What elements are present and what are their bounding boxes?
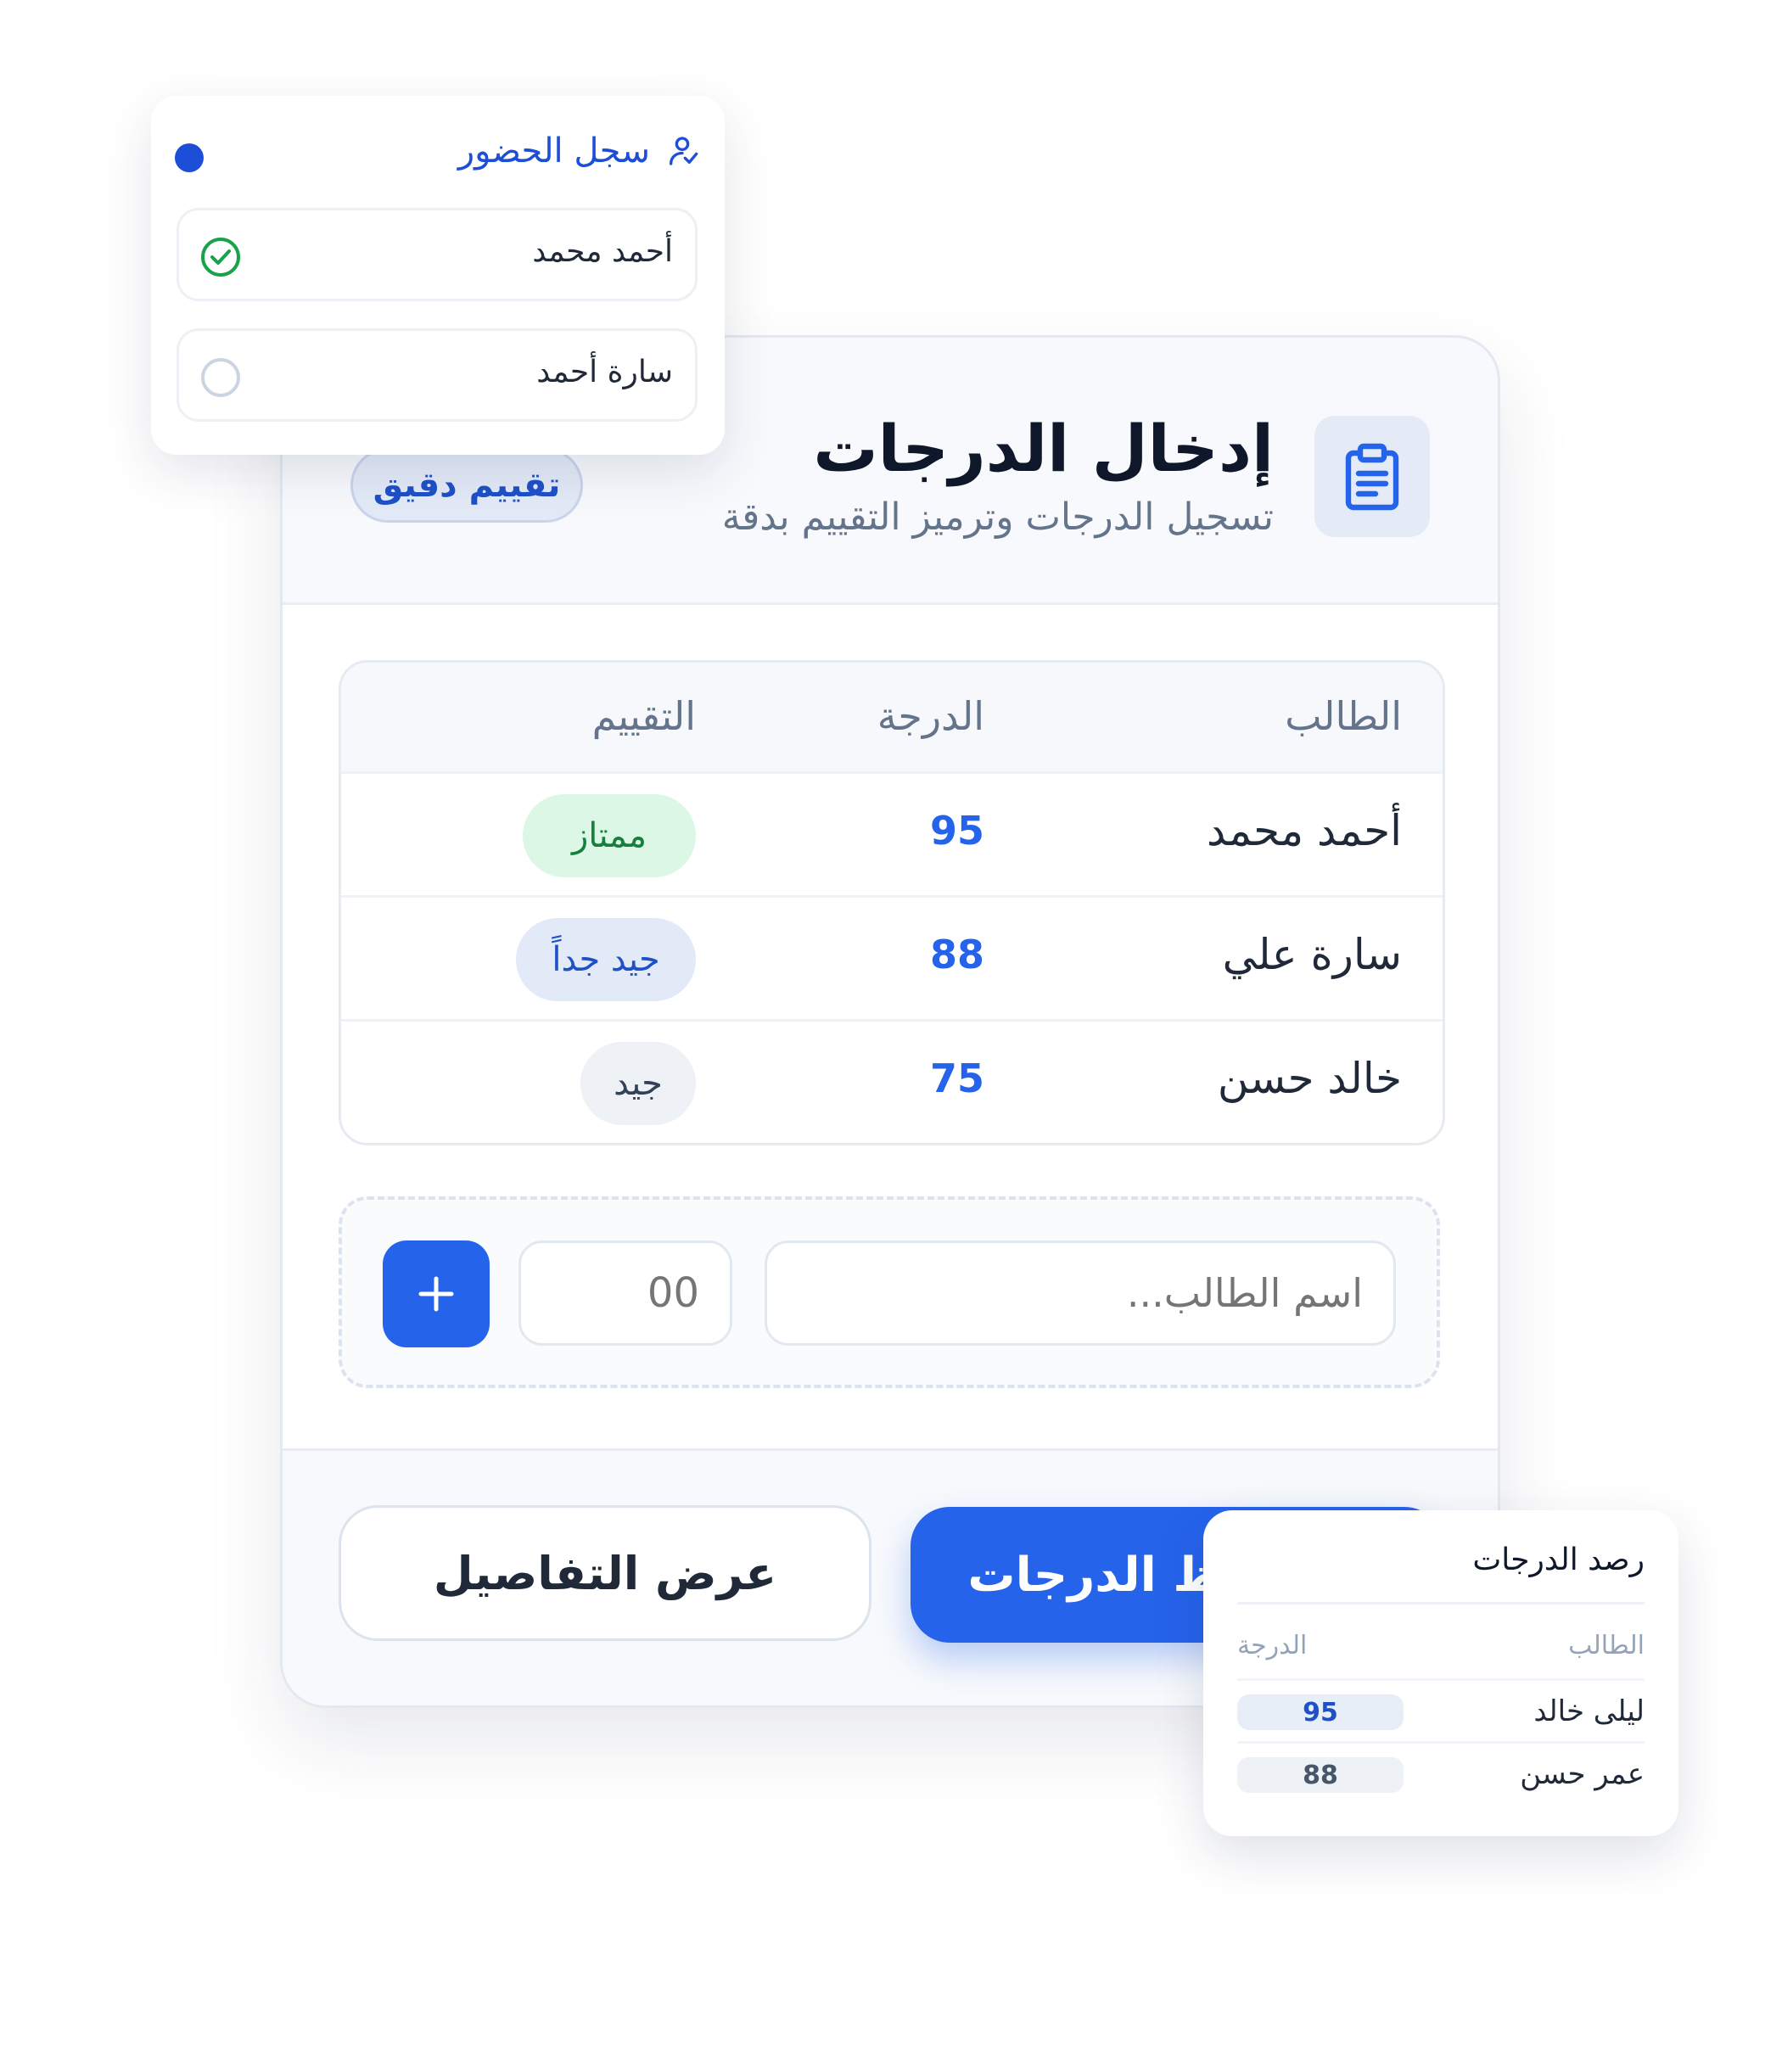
student-name-input[interactable]	[765, 1240, 1396, 1346]
student-grade: 75	[929, 1056, 984, 1101]
student-name: عمر حسن	[1520, 1757, 1645, 1791]
student-name: أحمد محمد	[532, 234, 673, 269]
grades-entry-card: إدخال الدرجات تسجيل الدرجات وترميز التقي…	[280, 335, 1500, 1708]
empty-circle-icon	[199, 356, 242, 402]
summary-column-student: الطالب	[1568, 1631, 1645, 1660]
summary-column-grade: الدرجة	[1237, 1631, 1308, 1660]
user-check-icon	[670, 137, 698, 165]
student-name: سارة أحمد	[536, 355, 673, 389]
attendance-row[interactable]: أحمد محمد	[177, 208, 698, 301]
grade-badge: 88	[1237, 1757, 1404, 1793]
rating-badge: ممتاز	[523, 794, 696, 877]
attendance-card: سجل الحضور أحمد محمد سارة أحمد	[151, 96, 725, 455]
student-grade: 88	[929, 932, 984, 977]
student-name: أحمد محمد	[1206, 806, 1402, 855]
rating-badge: جيد جداً	[516, 918, 696, 1001]
student-grade: 95	[929, 808, 984, 854]
rating-badge: جيد	[580, 1042, 696, 1125]
attendance-title: سجل الحضور	[457, 132, 650, 171]
column-header-student: الطالب	[1285, 693, 1402, 739]
attendance-header: سجل الحضور	[458, 132, 699, 171]
summary-title: رصد الدرجات	[1472, 1543, 1645, 1577]
page-title: إدخال الدرجات	[813, 411, 1274, 486]
attendance-row[interactable]: سارة أحمد	[177, 328, 698, 422]
student-name: ليلى خالد	[1533, 1694, 1645, 1728]
grade-badge: 95	[1237, 1694, 1404, 1730]
check-circle-icon	[199, 236, 242, 282]
grade-input[interactable]	[518, 1240, 732, 1346]
add-student-row	[339, 1196, 1440, 1388]
clipboard-icon	[1314, 416, 1430, 537]
table-row[interactable]: خالد حسن 75 جيد	[341, 1019, 1443, 1143]
column-header-rating: التقييم	[591, 693, 696, 739]
summary-row: عمر حسن 88	[1237, 1741, 1645, 1805]
page-subtitle: تسجيل الدرجات وترميز التقييم بدقة	[721, 496, 1274, 539]
grades-summary-card: رصد الدرجات الطالب الدرجة ليلى خالد 95 ع…	[1203, 1510, 1678, 1836]
table-row[interactable]: سارة علي 88 جيد جداً	[341, 895, 1443, 1022]
status-dot	[175, 143, 204, 172]
table-header: الطالب الدرجة التقييم	[341, 663, 1443, 771]
plus-icon	[418, 1276, 454, 1312]
student-name: سارة علي	[1222, 930, 1402, 979]
student-name: خالد حسن	[1217, 1054, 1402, 1103]
view-details-button[interactable]: عرض التفاصيل	[339, 1505, 871, 1641]
grades-table: الطالب الدرجة التقييم أحمد محمد 95 ممتاز…	[339, 660, 1445, 1145]
table-row[interactable]: أحمد محمد 95 ممتاز	[341, 771, 1443, 898]
column-header-grade: الدرجة	[877, 693, 984, 739]
summary-row: ليلى خالد 95	[1237, 1678, 1645, 1742]
accuracy-badge: تقييم دقيق	[350, 448, 583, 523]
add-student-button[interactable]	[383, 1240, 490, 1347]
summary-divider	[1237, 1602, 1645, 1604]
